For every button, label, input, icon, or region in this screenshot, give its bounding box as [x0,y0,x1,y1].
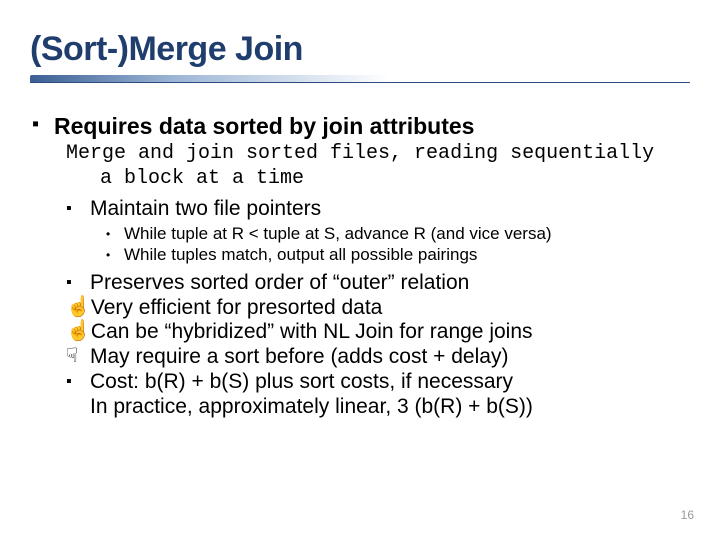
bullet-text: While tuple at R < tuple at S, advance R… [124,224,552,244]
bullet-text: Maintain two file pointers [90,197,321,222]
bullet-text: Cost: b(R) + b(S) plus sort costs, if ne… [90,370,513,395]
bullet-level2: ☝ Can be “hybridized” with NL Join for r… [66,320,690,345]
slide-content: ▪ Requires data sorted by join attribute… [30,113,690,419]
mono-line: a block at a time [66,167,680,191]
bullet-icon: • [106,224,124,241]
bullet-text: While tuples match, output all possible … [124,245,477,265]
bullet-icon: ▪ [66,370,90,392]
bullet-level3: • While tuples match, output all possibl… [106,245,690,265]
bullet-level2: ☟ May require a sort before (adds cost +… [66,345,690,370]
bullet-level2: ▪ Preserves sorted order of “outer” rela… [66,271,690,296]
monospace-block: Merge and join sorted files, reading seq… [66,142,680,191]
bullet-text: Can be “hybridized” with NL Join for ran… [91,320,533,345]
page-number: 16 [681,508,694,522]
slide: (Sort-)Merge Join ▪ Requires data sorted… [0,0,720,540]
bullet-continuation: In practice, approximately linear, 3 (b(… [90,395,690,420]
slide-title: (Sort-)Merge Join [30,30,690,69]
bullet-icon: ▪ [66,271,90,293]
mono-line: Merge and join sorted files, reading seq… [66,142,680,166]
bullet-icon: ▪ [66,197,90,219]
bullet-level2: ☝ Very efficient for presorted data [66,296,690,321]
bullet-level2: ▪ Cost: b(R) + b(S) plus sort costs, if … [66,370,690,395]
title-rule [30,75,690,85]
bullet-text: Preserves sorted order of “outer” relati… [90,271,469,296]
bullet-level1: ▪ Requires data sorted by join attribute… [30,113,690,140]
hand-up-icon: ☝ [66,296,91,320]
hand-down-icon: ☟ [66,345,90,369]
bullet-text: May require a sort before (adds cost + d… [90,345,508,370]
hand-up-icon: ☝ [66,320,91,344]
bullet-text: Very efficient for presorted data [91,296,382,321]
bullet-text: Requires data sorted by join attributes [54,113,474,140]
bullet-icon: • [106,245,124,262]
bullet-level3: • While tuple at R < tuple at S, advance… [106,224,690,244]
bullet-icon: ▪ [30,113,54,137]
bullet-level2: ▪ Maintain two file pointers [66,197,690,222]
